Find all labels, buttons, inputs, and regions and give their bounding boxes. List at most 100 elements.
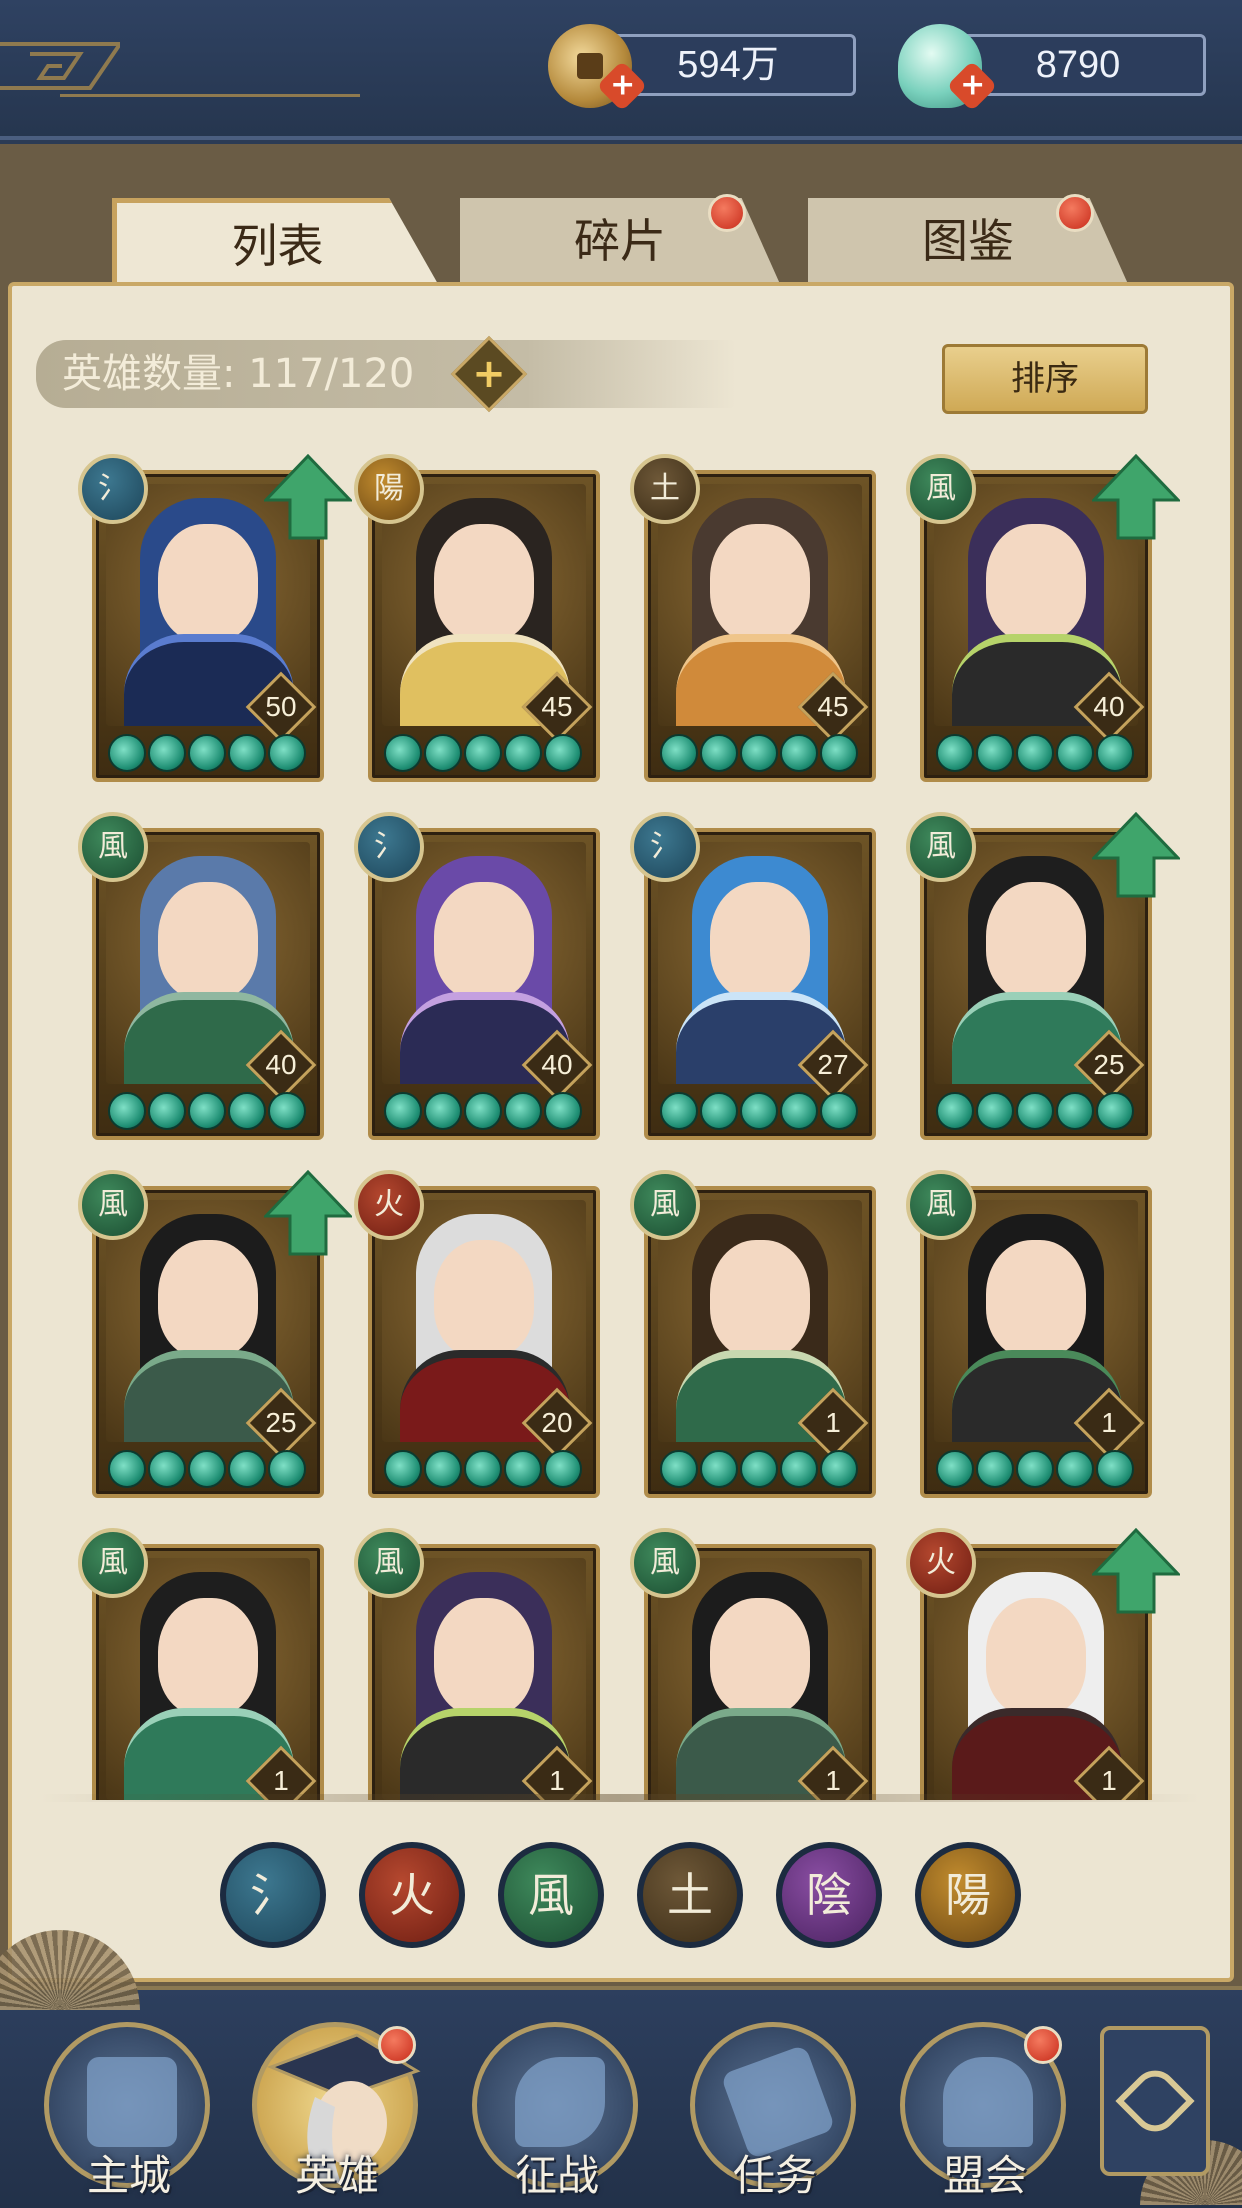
jade-star-icon xyxy=(936,734,974,772)
fire-element-icon: 火 xyxy=(354,1170,424,1240)
wind-element-icon: 風 xyxy=(630,1170,700,1240)
sort-button[interactable]: 排序 xyxy=(942,344,1148,414)
tab-list[interactable]: 列表 xyxy=(112,198,438,284)
jade-star-icon xyxy=(148,1092,186,1130)
jade-star-icon xyxy=(504,734,542,772)
heroes-notification-dot xyxy=(378,2026,416,2064)
jade-star-icon xyxy=(464,1450,502,1488)
expand-capacity-button[interactable]: + xyxy=(450,335,528,413)
jade-star-icon xyxy=(820,1450,858,1488)
filter-water-button[interactable]: 氵 xyxy=(220,1842,326,1948)
jade-star-icon xyxy=(660,1450,698,1488)
header-divider xyxy=(60,94,360,97)
jade-star-icon xyxy=(544,1092,582,1130)
alliance-notification-dot xyxy=(1024,2026,1062,2064)
jade-star-icon xyxy=(976,1450,1014,1488)
star-rating xyxy=(660,1450,870,1490)
upgrade-arrow-icon xyxy=(1092,454,1180,540)
jade-star-icon xyxy=(504,1450,542,1488)
star-rating xyxy=(384,1092,594,1132)
upgrade-arrow-icon xyxy=(264,1170,352,1256)
jade-star-icon xyxy=(424,1450,462,1488)
star-rating xyxy=(936,1450,1146,1490)
star-rating xyxy=(384,1450,594,1490)
nav-label: 盟会 xyxy=(942,2151,1027,2200)
jade-star-icon xyxy=(108,1092,146,1130)
plus-icon: + xyxy=(960,67,986,103)
jade-star-icon xyxy=(384,1450,422,1488)
jade-star-icon xyxy=(976,1092,1014,1130)
filter-yang-button[interactable]: 陽 xyxy=(915,1842,1021,1948)
jade-star-icon xyxy=(148,734,186,772)
jade-star-icon xyxy=(108,1450,146,1488)
jade-star-icon xyxy=(700,1092,738,1130)
hero-level: 25 xyxy=(1093,1049,1125,1080)
upgrade-arrow-icon xyxy=(264,454,352,540)
plus-icon: + xyxy=(610,67,636,103)
hero-level: 1 xyxy=(825,1407,841,1438)
filter-earth-button[interactable]: 土 xyxy=(637,1842,743,1948)
water-element-icon: 氵 xyxy=(630,812,700,882)
nav-quests[interactable]: 任务 xyxy=(690,2022,860,2208)
jade-star-icon xyxy=(464,1092,502,1130)
star-rating xyxy=(108,1450,318,1490)
hero-level: 1 xyxy=(1101,1407,1117,1438)
hero-level: 50 xyxy=(265,691,297,722)
hero-level: 40 xyxy=(265,1049,297,1080)
star-rating xyxy=(936,1092,1146,1132)
plus-icon: + xyxy=(472,351,506,397)
jade-star-icon xyxy=(780,1092,818,1130)
jade-star-icon xyxy=(740,734,778,772)
jade-star-icon xyxy=(504,1092,542,1130)
jade-star-icon xyxy=(976,734,1014,772)
nav-campaign[interactable]: 征战 xyxy=(472,2022,642,2208)
filter-wind-button[interactable]: 風 xyxy=(498,1842,604,1948)
jade-star-icon xyxy=(660,734,698,772)
jade-star-icon xyxy=(1096,1092,1134,1130)
filter-fire-button[interactable]: 火 xyxy=(359,1842,465,1948)
nav-alliance[interactable]: 盟会 xyxy=(900,2022,1070,2208)
element-filter-bar: 氵火風土陰陽 xyxy=(220,1842,1021,1948)
jade-star-icon xyxy=(700,1450,738,1488)
yang-element-icon: 陽 xyxy=(354,454,424,524)
jade-star-icon xyxy=(464,734,502,772)
hero-grid: 50 氵 45 陽 45 土 40 風 40 風 40 氵 27 氵 25 風 25 風 20 火 1 風 1 風 1 風 1 風 1 風… xyxy=(60,450,1190,1800)
fire-element-icon: 火 xyxy=(906,1528,976,1598)
jade-star-icon xyxy=(1016,1450,1054,1488)
jade-star-icon xyxy=(1096,1450,1134,1488)
hero-level: 20 xyxy=(541,1407,573,1438)
jade-star-icon xyxy=(384,1092,422,1130)
nav-main-city[interactable]: 主城 xyxy=(44,2022,214,2208)
nav-label: 主城 xyxy=(86,2151,171,2200)
jade-star-icon xyxy=(780,1450,818,1488)
upgrade-arrow-icon xyxy=(1092,812,1180,898)
jade-star-icon xyxy=(544,734,582,772)
star-rating xyxy=(660,734,870,774)
hero-level: 25 xyxy=(265,1407,297,1438)
jade-star-icon xyxy=(188,1450,226,1488)
grid-edge-shadow xyxy=(40,1794,1200,1802)
hero-level: 45 xyxy=(817,691,849,722)
water-element-icon: 氵 xyxy=(354,812,424,882)
atlas-notification-dot xyxy=(1056,194,1094,232)
fragments-notification-dot xyxy=(708,194,746,232)
wind-element-icon: 風 xyxy=(354,1528,424,1598)
wind-element-icon: 風 xyxy=(906,454,976,524)
jade-star-icon xyxy=(228,734,266,772)
hero-level: 40 xyxy=(1093,691,1125,722)
wind-element-icon: 風 xyxy=(630,1528,700,1598)
hero-level: 27 xyxy=(817,1049,849,1080)
jade-star-icon xyxy=(268,734,306,772)
cloud-pattern-icon xyxy=(0,42,120,90)
star-rating xyxy=(660,1092,870,1132)
jade-star-icon xyxy=(936,1450,974,1488)
earth-element-icon: 土 xyxy=(630,454,700,524)
jade-star-icon xyxy=(820,734,858,772)
jade-star-icon xyxy=(936,1092,974,1130)
star-rating xyxy=(108,734,318,774)
nav-heroes[interactable]: 英雄 xyxy=(252,2022,422,2208)
filter-yin-button[interactable]: 陰 xyxy=(776,1842,882,1948)
wind-element-icon: 風 xyxy=(78,1170,148,1240)
more-menu-button[interactable] xyxy=(1100,2026,1210,2176)
hero-level: 40 xyxy=(541,1049,573,1080)
